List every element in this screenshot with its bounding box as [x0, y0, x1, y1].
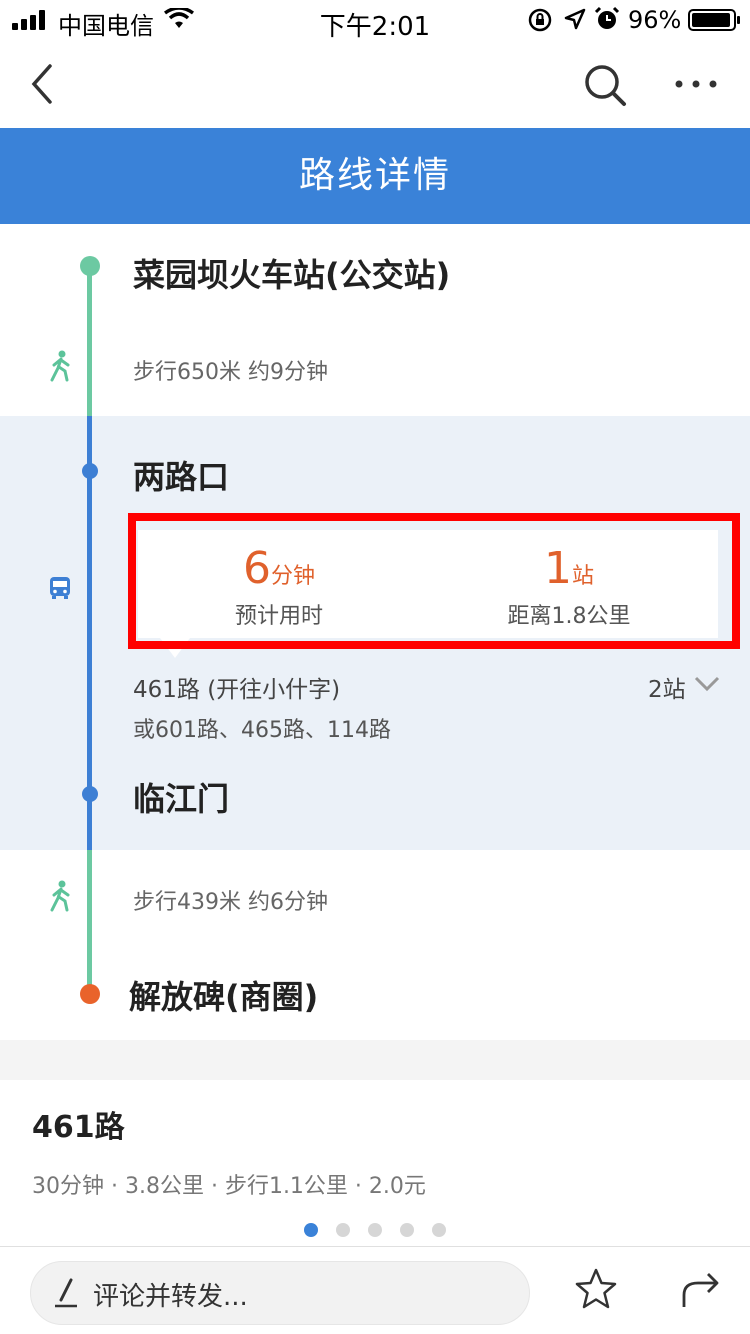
highlight-box — [128, 513, 740, 649]
location-icon — [564, 8, 586, 30]
alternative-lines: 或601路、465路、114路 — [133, 718, 391, 743]
pencil-icon — [55, 1278, 77, 1308]
walk-icon — [50, 350, 70, 382]
section-divider — [0, 1040, 750, 1080]
stop-dot — [82, 463, 98, 479]
page-dot[interactable] — [336, 1223, 350, 1237]
walk-icon — [50, 880, 70, 912]
page-dot-active[interactable] — [304, 1223, 318, 1237]
walk-line — [87, 266, 92, 416]
walk-info: 步行439米 约6分钟 — [133, 890, 328, 915]
bottom-bar: 评论并转发... — [0, 1246, 750, 1334]
walk-line — [87, 850, 92, 995]
page-dot[interactable] — [400, 1223, 414, 1237]
summary-title: 461路 — [32, 1110, 125, 1145]
search-icon[interactable] — [582, 62, 628, 108]
star-icon[interactable] — [574, 1267, 618, 1311]
destination-stop: 解放碑(商圈) — [129, 978, 319, 1016]
more-icon[interactable] — [674, 78, 718, 90]
page-title: 路线详情 — [0, 128, 750, 224]
chevron-down-icon[interactable] — [694, 676, 720, 692]
origin-dot — [80, 256, 100, 276]
stop-count[interactable]: 2站 — [648, 670, 686, 704]
stop-dot — [82, 786, 98, 802]
back-icon[interactable] — [28, 64, 58, 104]
destination-dot — [80, 984, 100, 1004]
rotation-lock-icon — [528, 8, 552, 32]
page-dot[interactable] — [432, 1223, 446, 1237]
summary-details: 30分钟 · 3.8公里 · 步行1.1公里 · 2.0元 — [32, 1174, 426, 1199]
nav-bar — [0, 40, 750, 128]
bus-icon — [50, 577, 70, 599]
battery-percent: 96% — [628, 6, 682, 34]
alarm-icon — [594, 6, 620, 29]
page-dot[interactable] — [368, 1223, 382, 1237]
comment-input[interactable]: 评论并转发... — [30, 1261, 530, 1325]
walk-info: 步行650米 约9分钟 — [133, 360, 328, 385]
battery-icon — [688, 9, 740, 31]
line-name[interactable]: 461路 (开往小什字) — [133, 670, 340, 704]
share-icon[interactable] — [678, 1267, 722, 1311]
board-stop: 两路口 — [133, 458, 230, 496]
alight-stop: 临江门 — [133, 780, 230, 818]
origin-stop: 菜园坝火车站(公交站) — [133, 256, 451, 294]
status-bar: 中国电信 下午2:01 96% — [0, 0, 750, 42]
comment-placeholder: 评论并转发... — [93, 1282, 248, 1312]
bus-line — [87, 416, 92, 850]
